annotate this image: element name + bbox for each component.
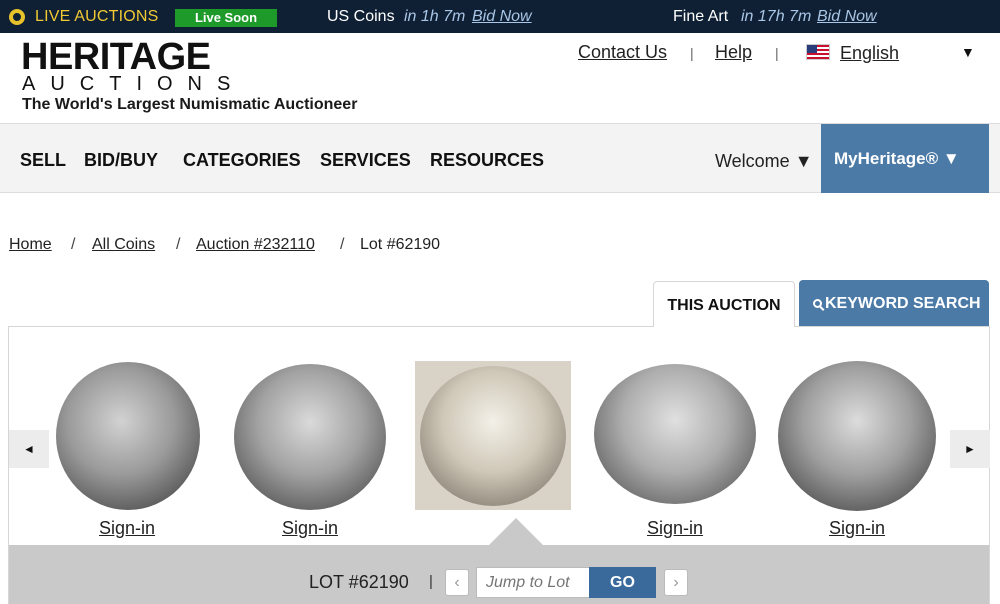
jump-to-lot-input[interactable] [476, 567, 590, 598]
next-lot-button[interactable]: › [664, 569, 688, 596]
event-title-fine-art: Fine Art [673, 8, 729, 25]
event-time-us-coins: in 1h 7m [404, 8, 466, 25]
language-caret-icon[interactable]: ▼ [961, 44, 975, 60]
us-flag-icon [806, 44, 830, 60]
tagline: The World's Largest Numismatic Auctionee… [22, 96, 358, 113]
logo-auctions[interactable]: AUCTIONS [22, 73, 245, 96]
current-lot-label: LOT #62190 [309, 572, 409, 592]
coin-thumbnail[interactable] [56, 362, 200, 510]
coin-thumbnail[interactable] [594, 364, 756, 504]
breadcrumb-separator: / [71, 236, 76, 253]
breadcrumb-separator: / [176, 236, 181, 253]
event-title-us-coins: US Coins [327, 8, 395, 25]
sign-in-link[interactable]: Sign-in [99, 518, 155, 539]
nav-resources[interactable]: RESOURCES [430, 150, 544, 171]
header-separator: | [775, 45, 779, 61]
nav-services[interactable]: SERVICES [320, 150, 411, 171]
breadcrumb-separator: / [340, 236, 345, 253]
live-indicator-icon [9, 9, 25, 25]
tab-keyword-search-label: KEYWORD SEARCH [825, 295, 981, 312]
sign-in-link[interactable]: Sign-in [282, 518, 338, 539]
breadcrumb-home[interactable]: Home [9, 236, 52, 254]
contact-us-link[interactable]: Contact Us [578, 42, 667, 63]
main-nav: SELL BID/BUY CATEGORIES SERVICES RESOURC… [0, 123, 1000, 193]
welcome-menu[interactable]: Welcome ▼ [715, 151, 813, 172]
live-soon-badge: Live Soon [175, 9, 277, 27]
language-selector[interactable]: English [840, 43, 899, 64]
bid-now-link-fine-art[interactable]: Bid Now [817, 8, 877, 26]
bid-now-link-us-coins[interactable]: Bid Now [472, 8, 532, 26]
coin-thumbnail-selected[interactable] [420, 366, 566, 506]
breadcrumb-auction[interactable]: Auction #232110 [196, 236, 315, 254]
selected-indicator-notch [488, 518, 544, 546]
nav-bid-buy[interactable]: BID/BUY [84, 150, 158, 171]
sign-in-link[interactable]: Sign-in [647, 518, 703, 539]
coin-thumbnail[interactable] [778, 361, 936, 511]
carousel-next-button[interactable]: ► [950, 430, 990, 468]
lot-separator: | [429, 573, 433, 590]
nav-categories[interactable]: CATEGORIES [183, 150, 301, 171]
tab-keyword-search[interactable]: KEYWORD SEARCH [799, 280, 989, 326]
breadcrumb-current-lot: Lot #62190 [360, 236, 441, 253]
sign-in-link[interactable]: Sign-in [829, 518, 885, 539]
live-auctions-bar: LIVE AUCTIONS Live Soon US Coins in 1h 7… [0, 0, 1000, 33]
carousel-prev-button[interactable]: ◄ [9, 430, 49, 468]
myheritage-menu[interactable]: MyHeritage® ▼ [821, 124, 989, 193]
nav-sell[interactable]: SELL [20, 150, 66, 171]
help-link[interactable]: Help [715, 42, 752, 63]
event-time-fine-art: in 17h 7m [741, 8, 812, 25]
coin-thumbnail[interactable] [234, 364, 386, 510]
previous-lot-button[interactable]: ‹ [445, 569, 469, 596]
breadcrumb-all-coins[interactable]: All Coins [92, 236, 155, 254]
header-separator: | [690, 45, 694, 61]
go-button[interactable]: GO [589, 567, 656, 598]
live-auctions-label: LIVE AUCTIONS [35, 8, 159, 25]
search-icon [813, 299, 822, 308]
tab-this-auction[interactable]: THIS AUCTION [653, 281, 795, 327]
